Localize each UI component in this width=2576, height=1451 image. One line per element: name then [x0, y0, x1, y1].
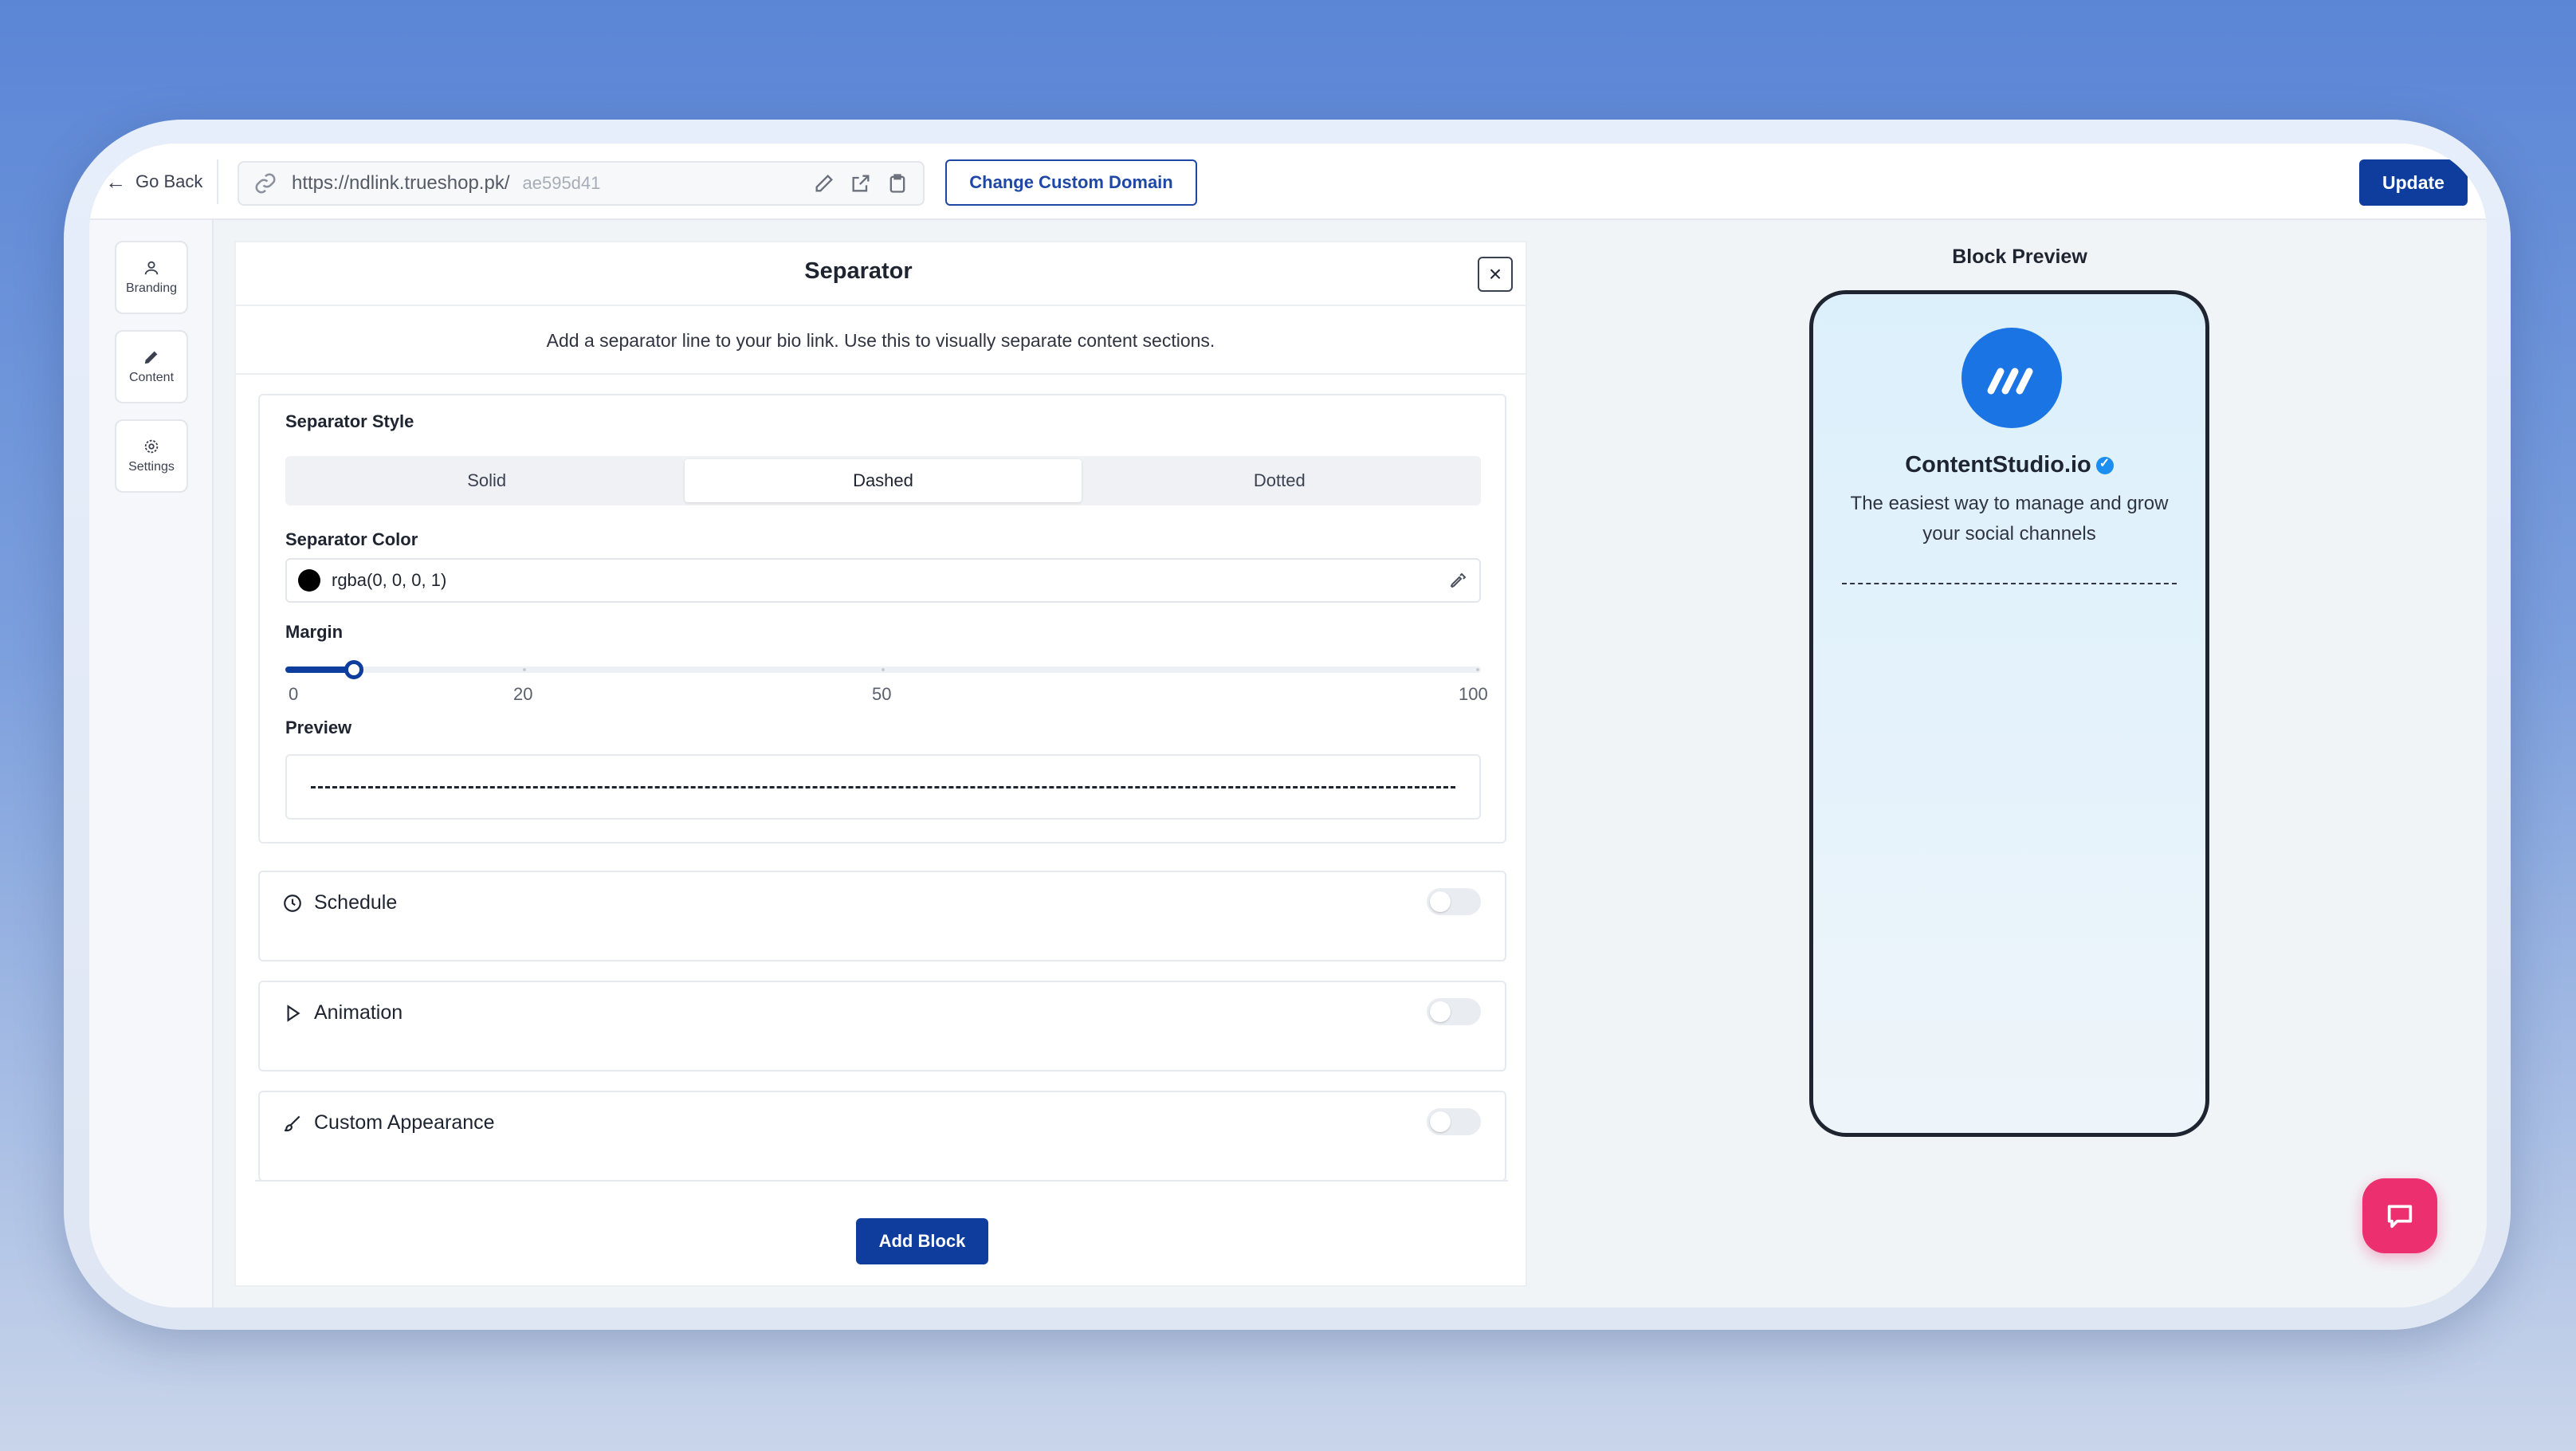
- sidebar-item-label: Content: [128, 371, 175, 384]
- sidebar-item-settings[interactable]: Settings: [115, 419, 188, 493]
- animation-toggle[interactable]: [1427, 998, 1481, 1025]
- profile-name: ContentStudio.io: [1813, 452, 2205, 478]
- profile-bio: The easiest way to manage and grow your …: [1850, 493, 2169, 545]
- color-swatch[interactable]: [298, 569, 320, 592]
- play-icon: [287, 1004, 300, 1022]
- sidebar-item-label: Settings: [128, 460, 175, 474]
- separator-preview: [285, 754, 1481, 820]
- custom-appearance-label: Custom Appearance: [314, 1111, 495, 1134]
- edit-url-icon[interactable]: [813, 172, 835, 195]
- go-back-button[interactable]: ← Go Back: [105, 167, 202, 196]
- chat-icon: [2387, 1205, 2413, 1229]
- tick-label-50: 50: [872, 684, 892, 704]
- chat-support-button[interactable]: [2362, 1178, 2437, 1253]
- separator-color-label: Separator Color: [285, 529, 418, 549]
- change-custom-domain-button[interactable]: Change Custom Domain: [945, 159, 1197, 206]
- add-block-button[interactable]: Add Block: [856, 1218, 988, 1264]
- separator-style-label: Separator Style: [285, 411, 414, 431]
- profile-name-text: ContentStudio.io: [1905, 452, 2091, 478]
- style-option-dashed[interactable]: Dashed: [685, 459, 1082, 502]
- divider: [217, 159, 218, 204]
- user-icon: [144, 261, 159, 275]
- margin-slider[interactable]: [285, 660, 1481, 679]
- app-screen: ← Go Back https://ndlink.trueshop.pk/ ae…: [89, 144, 2487, 1307]
- custom-appearance-toggle[interactable]: [1427, 1108, 1481, 1135]
- sidebar-item-branding[interactable]: Branding: [115, 241, 188, 314]
- slider-tick: [1476, 668, 1479, 671]
- close-button[interactable]: ×: [1478, 257, 1513, 292]
- update-button[interactable]: Update: [2359, 159, 2468, 206]
- animation-section[interactable]: Animation: [258, 981, 1506, 1072]
- sidebar-item-content[interactable]: Content: [115, 330, 188, 403]
- go-back-label: Go Back: [135, 171, 203, 191]
- animation-label: Animation: [314, 1001, 403, 1024]
- separator-color-input[interactable]: rgba(0, 0, 0, 1): [285, 558, 1481, 603]
- preview-separator: [1842, 583, 2177, 584]
- copy-icon[interactable]: [886, 172, 909, 195]
- schedule-toggle[interactable]: [1427, 888, 1481, 915]
- close-icon: ×: [1488, 261, 1502, 286]
- separator-style-selector: Solid Dashed Dotted: [285, 456, 1481, 505]
- contentstudio-logo: [1961, 328, 2062, 428]
- separator-settings-card: Separator Style Solid Dashed Dotted Sepa…: [258, 394, 1506, 843]
- preview-separator-line: [311, 786, 1455, 788]
- open-external-icon[interactable]: [850, 172, 872, 195]
- slider-tick: [882, 668, 885, 671]
- tick-label-100: 100: [1459, 684, 1488, 704]
- margin-slider-thumb[interactable]: [344, 660, 363, 679]
- phone-preview: ContentStudio.io The easiest way to mana…: [1809, 290, 2209, 1137]
- url-base: https://ndlink.trueshop.pk/: [292, 172, 510, 194]
- gear-icon: [144, 439, 159, 454]
- preview-label: Preview: [285, 718, 352, 737]
- panel-title: Separator: [804, 258, 913, 284]
- tick-label-0: 0: [289, 684, 299, 704]
- color-value: rgba(0, 0, 0, 1): [332, 570, 447, 590]
- block-preview-title: Block Preview: [1952, 246, 2087, 268]
- custom-appearance-section[interactable]: Custom Appearance: [258, 1091, 1506, 1182]
- tick-label-20: 20: [513, 684, 533, 704]
- url-field[interactable]: https://ndlink.trueshop.pk/ ae595d41: [238, 161, 925, 206]
- arrow-left-icon: ←: [105, 169, 126, 194]
- clock-icon: [284, 894, 301, 912]
- slider-tick: [523, 668, 526, 671]
- brush-icon: [284, 1115, 300, 1131]
- link-icon: [255, 173, 276, 194]
- schedule-label: Schedule: [314, 891, 398, 914]
- eyedropper-icon[interactable]: [1449, 571, 1468, 590]
- panel-description: Add a separator line to your bio link. U…: [236, 306, 1526, 375]
- verified-badge-icon: [2095, 455, 2114, 475]
- style-option-dotted[interactable]: Dotted: [1082, 459, 1478, 502]
- panel-header: Separator ×: [236, 242, 1526, 306]
- sidebar: Branding Content Settings: [89, 220, 214, 1307]
- margin-slider-fill: [285, 667, 354, 673]
- pencil-icon: [144, 351, 158, 364]
- top-bar: ← Go Back https://ndlink.trueshop.pk/ ae…: [89, 144, 2487, 220]
- url-slug: ae595d41: [522, 173, 601, 193]
- brand-mark-icon: [1987, 368, 2033, 395]
- style-option-solid[interactable]: Solid: [289, 459, 685, 502]
- margin-label: Margin: [285, 622, 344, 642]
- sidebar-item-label: Branding: [125, 281, 178, 295]
- divider: [255, 1180, 1508, 1182]
- schedule-section[interactable]: Schedule: [258, 871, 1506, 961]
- separator-panel: Separator × Add a separator line to your…: [234, 241, 1527, 1287]
